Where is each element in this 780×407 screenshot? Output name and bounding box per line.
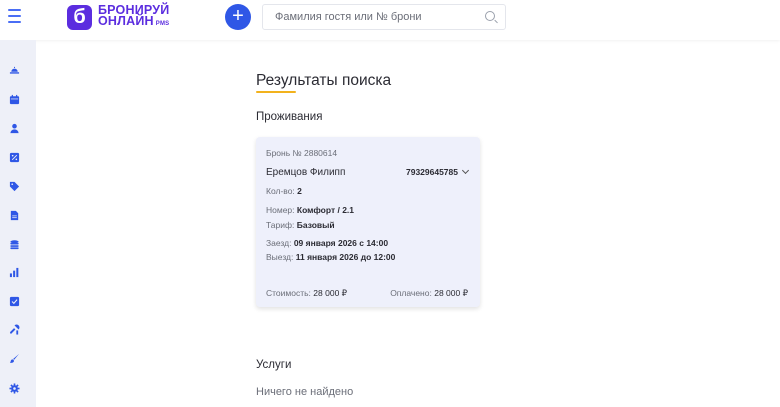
logo-mark: б	[67, 4, 92, 30]
menu-icon[interactable]	[8, 9, 21, 23]
booking-card[interactable]: Бронь № 2880614 Еремцов Филипп 793296457…	[256, 137, 480, 307]
page-title: Результаты поиска	[256, 72, 392, 89]
document-icon[interactable]	[9, 210, 20, 221]
guest-phone[interactable]: 79329645785	[405, 166, 470, 177]
user-icon[interactable]	[9, 123, 20, 134]
count-value: 2	[297, 186, 302, 196]
room-value: Комфорт / 2.1	[296, 205, 355, 215]
guest-name: Еремцов Филипп	[266, 167, 346, 178]
paid-value: 28 000 ₽	[434, 288, 468, 298]
cost-info: Стоимость: 28 000 ₽	[266, 288, 347, 299]
add-button[interactable]: +	[225, 4, 251, 30]
phone-value: 79329645785	[405, 167, 458, 177]
services-empty-text: Ничего не найдено	[256, 386, 354, 398]
top-bar: б БРОНИРУЙ ОНЛАЙН PMS +	[0, 0, 780, 40]
checkin-info: Заезд: 09 января 2026 с 14:00	[266, 238, 388, 248]
sidebar	[0, 40, 36, 407]
chevron-down-icon	[461, 166, 470, 175]
booking-number: Бронь № 2880614	[266, 148, 338, 158]
bar-chart-icon[interactable]	[9, 267, 20, 278]
gear-icon[interactable]	[9, 383, 20, 394]
services-section-title: Услуги	[256, 359, 292, 371]
percent-icon[interactable]	[9, 152, 20, 163]
search-box	[262, 4, 506, 30]
checkbox-icon[interactable]	[9, 296, 20, 307]
tools-icon[interactable]	[9, 324, 20, 335]
logo-suffix: PMS	[155, 20, 170, 27]
paid-info: Оплачено: 28 000 ₽	[390, 288, 468, 299]
guest-count: Кол-во: 2	[266, 186, 302, 196]
tariff-value: Базовый	[296, 220, 335, 230]
cost-value: 28 000 ₽	[313, 288, 348, 298]
tariff-label: Тариф:	[266, 220, 295, 230]
room-info: Номер: Комфорт / 2.1	[266, 205, 354, 215]
checkin-value: 09 января 2026 с 14:00	[293, 238, 389, 248]
tariff-info: Тариф: Базовый	[266, 220, 335, 230]
checkout-label: Выезд:	[266, 252, 294, 262]
logo[interactable]: б БРОНИРУЙ ОНЛАЙН PMS	[67, 3, 169, 31]
calendar-icon[interactable]	[9, 94, 20, 105]
stays-section-title: Проживания	[256, 111, 323, 123]
paid-label: Оплачено:	[390, 288, 432, 298]
checkout-info: Выезд: 11 января 2026 до 12:00	[266, 252, 395, 262]
cost-label: Стоимость:	[266, 288, 311, 298]
tag-icon[interactable]	[9, 181, 20, 192]
room-label: Номер:	[266, 205, 295, 215]
checkout-value: 11 января 2026 до 12:00	[295, 252, 396, 262]
brush-icon[interactable]	[9, 353, 20, 364]
search-icon[interactable]	[485, 11, 495, 21]
search-input[interactable]	[263, 5, 473, 29]
bell-icon[interactable]	[9, 64, 20, 75]
coins-icon[interactable]	[9, 239, 20, 250]
count-label: Кол-во:	[266, 186, 295, 196]
checkin-label: Заезд:	[266, 238, 292, 248]
title-underline	[256, 91, 296, 93]
logo-text: БРОНИРУЙ ОНЛАЙН PMS	[98, 3, 170, 30]
logo-line-2: ОНЛАЙН	[98, 13, 154, 28]
